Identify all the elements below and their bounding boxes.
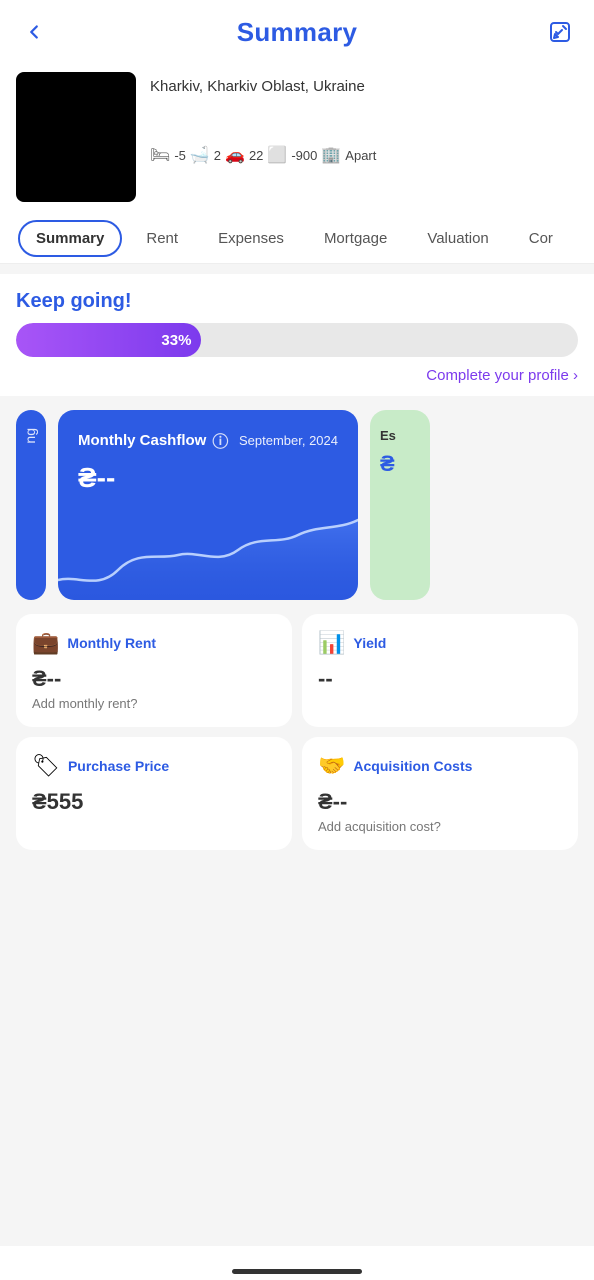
stat-type-value: Apart [345,148,376,163]
property-info: Kharkiv, Kharkiv Oblast, Ukraine 🛏 -5 🛁 … [150,72,578,165]
page-title: Summary [237,17,358,48]
complete-profile-link[interactable]: Complete your profile › [16,367,578,384]
yield-card: 📊 Yield -- [302,614,578,727]
yield-header: 📊 Yield [318,630,562,656]
est-card-value: ₴ [380,451,420,477]
bed-icon: 🛏 [150,145,170,165]
property-image [16,72,136,202]
monthly-rent-title: Monthly Rent [67,635,156,651]
home-indicator [232,1269,362,1274]
tab-expenses[interactable]: Expenses [202,220,300,257]
bath-icon: 🛁 [190,145,210,165]
cashflow-cards-scroll: ng Monthly Cashflow ⓘ September, 2024 ₴-… [0,396,594,614]
purchase-price-card: 🏷 Purchase Price ₴555 [16,737,292,850]
home-indicator-bar [0,1246,594,1280]
tab-mortgage[interactable]: Mortgage [308,220,403,257]
stat-baths: 🛁 2 [190,145,221,165]
stat-type: 🏢 Apart [321,145,376,165]
property-stats: 🛏 -5 🛁 2 🚗 22 ⬜ -900 🏢 Apart [150,145,578,165]
partial-est-card: Es ₴ [370,410,430,600]
purchase-price-header: 🏷 Purchase Price [32,753,276,779]
chart-icon: 📊 [318,630,345,656]
cashflow-card: Monthly Cashflow ⓘ September, 2024 ₴-- [58,410,358,600]
cashflow-value: ₴-- [78,462,338,494]
stat-parking: 🚗 22 [225,145,263,165]
cashflow-chart [58,500,358,600]
progress-bar-fill: 33% [16,323,201,357]
info-icon[interactable]: ⓘ [212,428,228,452]
progress-label: 33% [161,332,191,349]
building-icon: 🏢 [321,145,341,165]
back-button[interactable] [16,14,52,50]
yield-title: Yield [353,635,386,651]
car-icon: 🚗 [225,145,245,165]
tab-rent[interactable]: Rent [130,220,194,257]
keep-going-heading: Keep going! [16,290,578,313]
wallet-icon: 💼 [32,630,59,656]
header: Summary [0,0,594,60]
purchase-price-value: ₴555 [32,789,276,815]
stat-parking-value: 22 [249,148,263,163]
monthly-rent-header: 💼 Monthly Rent [32,630,276,656]
monthly-rent-value: ₴-- [32,666,276,692]
edit-button[interactable] [542,14,578,50]
property-section: Kharkiv, Kharkiv Oblast, Ukraine 🛏 -5 🛁 … [0,60,594,214]
cashflow-date: September, 2024 [239,433,338,448]
yield-value: -- [318,666,562,692]
acquisition-costs-sub[interactable]: Add acquisition cost? [318,819,562,834]
acquisition-costs-value: ₴-- [318,789,562,815]
cashflow-header: Monthly Cashflow ⓘ September, 2024 [78,428,338,452]
monthly-rent-sub[interactable]: Add monthly rent? [32,696,276,711]
profile-completion-section: Keep going! 33% Complete your profile › [0,274,594,396]
monthly-rent-card: 💼 Monthly Rent ₴-- Add monthly rent? [16,614,292,727]
acquisition-costs-card: 🤝 Acquisition Costs ₴-- Add acquisition … [302,737,578,850]
tab-cor[interactable]: Cor [513,220,569,257]
stat-baths-value: 2 [214,148,221,163]
partial-left-card: ng [16,410,46,600]
area-icon: ⬜ [267,145,287,165]
handshake-icon: 🤝 [318,753,345,779]
tab-summary[interactable]: Summary [18,220,122,257]
cashflow-title: Monthly Cashflow ⓘ [78,428,228,452]
metric-cards-grid: 💼 Monthly Rent ₴-- Add monthly rent? 📊 Y… [0,614,594,866]
tag-icon: 🏷 [32,753,60,779]
stat-beds-value: -5 [174,148,186,163]
purchase-price-title: Purchase Price [68,758,169,774]
stat-beds: 🛏 -5 [150,145,186,165]
stat-area: ⬜ -900 [267,145,317,165]
tabs-bar: Summary Rent Expenses Mortgage Valuation… [0,214,594,264]
est-card-label: Es [380,428,420,443]
property-location: Kharkiv, Kharkiv Oblast, Ukraine [150,76,578,97]
progress-bar-background: 33% [16,323,578,357]
stat-area-value: -900 [291,148,317,163]
acquisition-costs-title: Acquisition Costs [353,758,472,774]
partial-left-label: ng [22,428,40,444]
tab-valuation[interactable]: Valuation [411,220,504,257]
acquisition-costs-header: 🤝 Acquisition Costs [318,753,562,779]
